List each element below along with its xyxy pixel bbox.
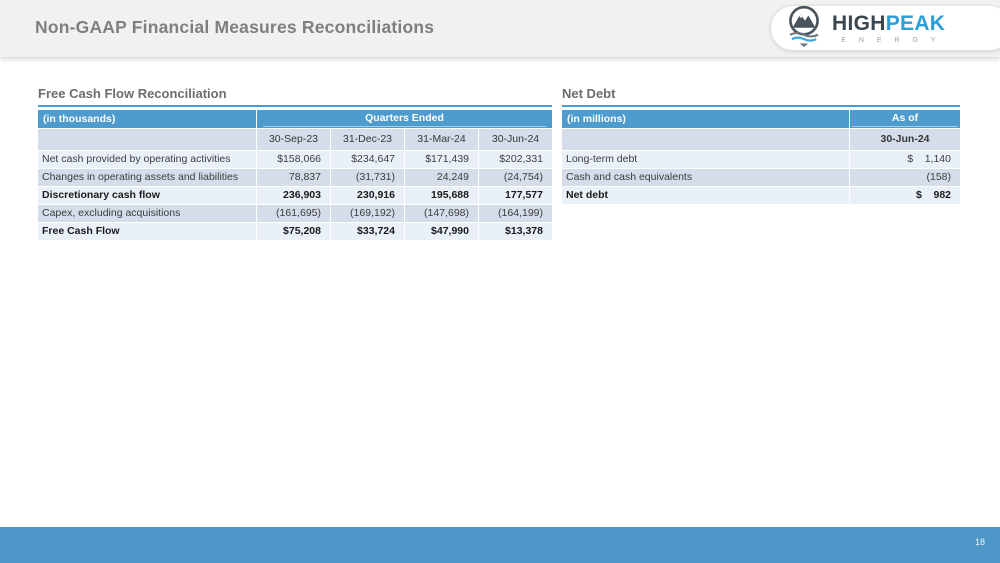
table-row: Cash and cash equivalents (158) — [562, 169, 960, 186]
row-value: (31,731) — [331, 169, 404, 186]
row-label: Discretionary cash flow — [38, 187, 256, 204]
net-debt-header-row: (in millions) As of — [562, 110, 960, 128]
row-value: (147,698) — [405, 205, 478, 222]
table-row: Capex, excluding acquisitions (161,695) … — [38, 205, 552, 222]
row-value: $75,208 — [257, 223, 330, 240]
row-label: Net cash provided by operating activitie… — [38, 151, 256, 168]
net-debt-section: Net Debt (in millions) As of 30-Jun-24 L… — [562, 86, 960, 205]
row-value: $33,724 — [331, 223, 404, 240]
row-value: 230,916 — [331, 187, 404, 204]
row-label: Free Cash Flow — [38, 223, 256, 240]
net-debt-date-spacer — [562, 129, 849, 150]
fcf-section: Free Cash Flow Reconciliation (in thousa… — [38, 86, 552, 241]
logo-brand-name: HIGHPEAK — [832, 11, 946, 35]
net-debt-table: (in millions) As of 30-Jun-24 Long-term … — [562, 110, 960, 204]
fcf-date-spacer — [38, 129, 256, 150]
table-row: Changes in operating assets and liabilit… — [38, 169, 552, 186]
row-value: $ 982 — [850, 187, 960, 204]
row-value: (158) — [850, 169, 960, 186]
page-number: 18 — [974, 537, 985, 547]
net-debt-col-header: 30-Jun-24 — [850, 129, 960, 150]
fcf-unit-label: (in thousands) — [38, 110, 256, 128]
row-value: 195,688 — [405, 187, 478, 204]
net-debt-group-header: As of — [850, 110, 960, 128]
fcf-col-header: 31-Mar-24 — [405, 129, 478, 150]
company-logo: HIGHPEAK E N E R G Y — [770, 5, 1000, 51]
row-value: $202,331 — [479, 151, 552, 168]
row-value: 78,837 — [257, 169, 330, 186]
page-title: Non-GAAP Financial Measures Reconciliati… — [35, 17, 435, 37]
table-row: Free Cash Flow $75,208 $33,724 $47,990 $… — [38, 223, 552, 240]
fcf-group-header: Quarters Ended — [257, 110, 552, 128]
row-value: 236,903 — [257, 187, 330, 204]
table-row: Net debt $ 982 — [562, 187, 960, 204]
row-value: $47,990 — [405, 223, 478, 240]
row-value: $ 1,140 — [850, 151, 960, 168]
table-row: Net cash provided by operating activitie… — [38, 151, 552, 168]
net-debt-date-row: 30-Jun-24 — [562, 129, 960, 150]
fcf-table-date-row: 30-Sep-23 31-Dec-23 31-Mar-24 30-Jun-24 — [38, 129, 552, 150]
row-value: (164,199) — [479, 205, 552, 222]
row-value: (169,192) — [331, 205, 404, 222]
table-row: Long-term debt $ 1,140 — [562, 151, 960, 168]
fcf-table-header-row: (in thousands) Quarters Ended — [38, 110, 552, 128]
row-value: $171,439 — [405, 151, 478, 168]
footer-bar: 18 — [0, 527, 1000, 563]
logo-subtitle: E N E R G Y — [841, 36, 941, 44]
fcf-col-header: 30-Sep-23 — [257, 129, 330, 150]
table-row: Discretionary cash flow 236,903 230,916 … — [38, 187, 552, 204]
row-value: (161,695) — [257, 205, 330, 222]
fcf-col-header: 30-Jun-24 — [479, 129, 552, 150]
slide: Non-GAAP Financial Measures Reconciliati… — [0, 0, 1000, 563]
row-value: $13,378 — [479, 223, 552, 240]
row-value: 24,249 — [405, 169, 478, 186]
fcf-col-header: 31-Dec-23 — [331, 129, 404, 150]
fcf-table: (in thousands) Quarters Ended 30-Sep-23 … — [38, 110, 552, 240]
row-label: Changes in operating assets and liabilit… — [38, 169, 256, 186]
row-label: Long-term debt — [562, 151, 849, 168]
row-value: $234,647 — [331, 151, 404, 168]
mountain-icon — [783, 4, 825, 53]
fcf-table-body: Net cash provided by operating activitie… — [38, 151, 552, 240]
row-value: 177,577 — [479, 187, 552, 204]
row-label: Net debt — [562, 187, 849, 204]
logo-wordmark: HIGHPEAK E N E R G Y — [832, 13, 945, 44]
row-label: Cash and cash equivalents — [562, 169, 849, 186]
header-band: Non-GAAP Financial Measures Reconciliati… — [0, 0, 1000, 57]
row-value: $158,066 — [257, 151, 330, 168]
net-debt-unit-label: (in millions) — [562, 110, 849, 128]
row-label: Capex, excluding acquisitions — [38, 205, 256, 222]
net-debt-section-title: Net Debt — [562, 86, 960, 107]
fcf-section-title: Free Cash Flow Reconciliation — [38, 86, 552, 107]
row-value: (24,754) — [479, 169, 552, 186]
net-debt-table-body: Long-term debt $ 1,140 Cash and cash equ… — [562, 151, 960, 204]
